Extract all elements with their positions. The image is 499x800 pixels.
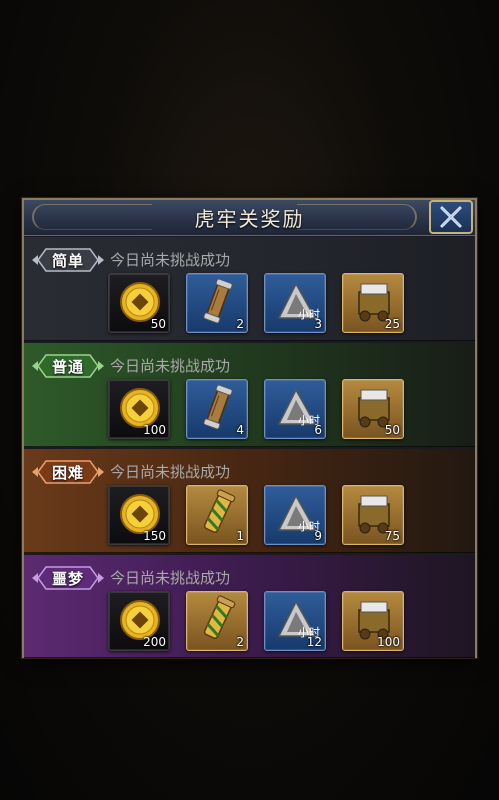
item-quantity: 50 bbox=[150, 317, 166, 331]
difficulty-badge: 普通 bbox=[32, 353, 104, 379]
reward-dialog: 虎牢关奖励 简单 今日尚未挑战成功 50 2 小时 3 25 普通 今日尚未挑战… bbox=[22, 198, 477, 658]
item-quantity: 2 bbox=[236, 635, 244, 649]
reward-item-golden-scroll[interactable]: 2 bbox=[186, 591, 248, 651]
close-x-icon bbox=[440, 206, 462, 228]
reward-item-time-token[interactable]: 小时 12 bbox=[264, 591, 326, 651]
item-quantity: 1 bbox=[236, 529, 244, 543]
header-ornament-right bbox=[297, 204, 417, 230]
close-button[interactable] bbox=[429, 200, 473, 234]
item-quantity: 100 bbox=[143, 423, 166, 437]
tier-row-easy: 简单 今日尚未挑战成功 50 2 小时 3 25 bbox=[24, 237, 475, 341]
tier-status-text: 今日尚未挑战成功 bbox=[110, 569, 231, 587]
item-quantity: 50 bbox=[384, 423, 400, 437]
item-quantity: 100 bbox=[377, 635, 400, 649]
tier-status-text: 今日尚未挑战成功 bbox=[110, 357, 231, 375]
difficulty-label: 普通 bbox=[51, 357, 84, 376]
dialog-header: 虎牢关奖励 bbox=[24, 200, 475, 236]
tier-row-normal: 普通 今日尚未挑战成功 100 4 小时 6 50 bbox=[24, 343, 475, 447]
reward-item-scroll[interactable]: 4 bbox=[186, 379, 248, 439]
item-quantity: 200 bbox=[143, 635, 166, 649]
reward-item-time-token[interactable]: 小时 9 bbox=[264, 485, 326, 545]
reward-items: 50 2 小时 3 25 bbox=[108, 273, 404, 335]
difficulty-label: 简单 bbox=[51, 251, 84, 270]
item-quantity: 4 bbox=[236, 423, 244, 437]
reward-item-gold[interactable]: 150 bbox=[108, 485, 170, 545]
dialog-title: 虎牢关奖励 bbox=[194, 207, 305, 231]
difficulty-badge: 简单 bbox=[32, 247, 104, 273]
reward-item-time-token[interactable]: 小时 3 bbox=[264, 273, 326, 333]
reward-item-treasure[interactable]: 25 bbox=[342, 273, 404, 333]
reward-item-treasure[interactable]: 100 bbox=[342, 591, 404, 651]
tier-row-hard: 困难 今日尚未挑战成功 150 1 小时 9 75 bbox=[24, 449, 475, 553]
reward-item-gold[interactable]: 50 bbox=[108, 273, 170, 333]
difficulty-label: 噩梦 bbox=[51, 569, 84, 588]
reward-item-treasure[interactable]: 50 bbox=[342, 379, 404, 439]
tier-row-nightmare: 噩梦 今日尚未挑战成功 200 2 小时 12 100 bbox=[24, 555, 475, 658]
item-quantity: 6 bbox=[314, 423, 322, 437]
reward-item-gold[interactable]: 100 bbox=[108, 379, 170, 439]
reward-item-gold[interactable]: 200 bbox=[108, 591, 170, 651]
item-quantity: 9 bbox=[314, 529, 322, 543]
reward-item-scroll[interactable]: 2 bbox=[186, 273, 248, 333]
item-quantity: 3 bbox=[314, 317, 322, 331]
item-quantity: 75 bbox=[384, 529, 400, 543]
difficulty-badge: 困难 bbox=[32, 459, 104, 485]
tier-status-text: 今日尚未挑战成功 bbox=[110, 463, 231, 481]
item-quantity: 150 bbox=[143, 529, 166, 543]
reward-items: 100 4 小时 6 50 bbox=[108, 379, 404, 441]
reward-items: 150 1 小时 9 75 bbox=[108, 485, 404, 547]
item-quantity: 12 bbox=[306, 635, 322, 649]
reward-items: 200 2 小时 12 100 bbox=[108, 591, 404, 653]
item-quantity: 2 bbox=[236, 317, 244, 331]
tier-status-text: 今日尚未挑战成功 bbox=[110, 251, 231, 269]
reward-item-treasure[interactable]: 75 bbox=[342, 485, 404, 545]
difficulty-badge: 噩梦 bbox=[32, 565, 104, 591]
reward-item-golden-scroll[interactable]: 1 bbox=[186, 485, 248, 545]
reward-item-time-token[interactable]: 小时 6 bbox=[264, 379, 326, 439]
item-quantity: 25 bbox=[384, 317, 400, 331]
difficulty-label: 困难 bbox=[51, 463, 84, 482]
header-ornament-left bbox=[32, 204, 152, 230]
